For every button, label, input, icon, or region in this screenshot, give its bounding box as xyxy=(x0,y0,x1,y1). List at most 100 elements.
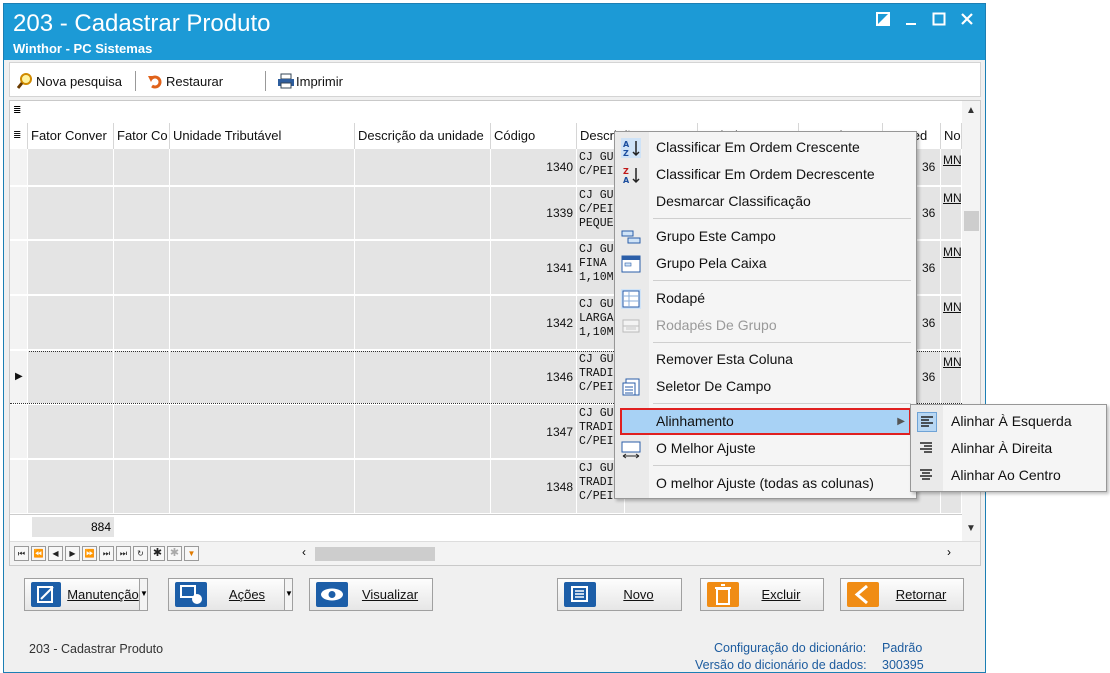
cell-code[interactable]: 1339 xyxy=(491,187,577,239)
cell-code[interactable]: 1342 xyxy=(491,296,577,349)
cell-code[interactable]: 1346 xyxy=(491,351,577,403)
best-fit-icon xyxy=(621,439,641,459)
cell-value[interactable]: 36 xyxy=(920,296,941,349)
cancel-insert-icon[interactable]: ✱ xyxy=(167,546,182,561)
cell-no[interactable]: MN xyxy=(941,241,962,294)
menu-item-best-fit-all[interactable]: O melhor Ajuste (todas as colunas) xyxy=(615,470,916,497)
menu-item-group-field[interactable]: Grupo Este Campo xyxy=(615,223,916,250)
prev-record-icon[interactable]: ◀ xyxy=(48,546,63,561)
indicator-column-header[interactable]: ≣ xyxy=(10,123,28,149)
cell-code[interactable]: 1348 xyxy=(491,460,577,513)
cell-value[interactable]: 36 xyxy=(920,351,941,403)
align-left-icon xyxy=(917,412,937,432)
menu-item-align-right[interactable]: Alinhar À Direita xyxy=(911,435,1106,462)
menu-separator xyxy=(653,218,911,219)
cell-no[interactable]: MN xyxy=(941,296,962,349)
cell-no[interactable]: MN xyxy=(941,149,962,185)
novo-button[interactable]: Novo xyxy=(557,578,682,611)
retornar-button[interactable]: Retornar xyxy=(840,578,964,611)
menu-item-label: Classificar Em Ordem Crescente xyxy=(656,139,860,155)
menu-item-align-left[interactable]: Alinhar À Esquerda xyxy=(911,408,1106,435)
screenshot-frame: 203 - Cadastrar Produto Winthor - PC Sis… xyxy=(0,0,1110,673)
cell-no[interactable]: MN xyxy=(941,187,962,239)
manutencao-button[interactable]: Manutenção xyxy=(24,578,146,611)
menu-item-field-chooser[interactable]: Seletor De Campo xyxy=(615,373,916,400)
cell-value[interactable]: 36 xyxy=(920,149,941,185)
last-page-icon[interactable]: ⏭ xyxy=(99,546,114,561)
row-indicator xyxy=(10,149,28,185)
grid-footer: 884 xyxy=(10,514,962,538)
menu-item-align-center[interactable]: Alinhar Ao Centro xyxy=(911,462,1106,489)
scroll-down-icon[interactable]: ▼ xyxy=(966,523,976,534)
menu-item-clear-sort[interactable]: Desmarcar Classificação xyxy=(615,188,916,215)
menu-item-footer[interactable]: Rodapé xyxy=(615,285,916,312)
new-search-button[interactable]: Nova pesquisa xyxy=(16,71,122,91)
svg-text:A: A xyxy=(623,140,630,149)
excluir-button[interactable]: Excluir xyxy=(700,578,824,611)
cell-value[interactable]: 36 xyxy=(920,241,941,294)
cell-value[interactable]: 36 xyxy=(920,187,941,239)
column-chooser-icon[interactable]: ≣ xyxy=(13,105,21,116)
menu-item-sort-ascending[interactable]: AZ Classificar Em Ordem Crescente xyxy=(615,134,916,161)
close-icon[interactable] xyxy=(956,12,978,31)
new-search-label: Nova pesquisa xyxy=(36,73,122,89)
menu-separator xyxy=(653,403,911,404)
last-record-icon[interactable]: ⏭ xyxy=(116,546,131,561)
footer-icon xyxy=(621,289,641,309)
menu-item-label: O Melhor Ajuste xyxy=(656,440,756,456)
column-header[interactable]: No xyxy=(941,123,962,149)
column-header[interactable]: Unidade Tributável xyxy=(170,123,355,149)
menu-item-group-box[interactable]: Grupo Pela Caixa xyxy=(615,250,916,277)
print-button[interactable]: Imprimir xyxy=(277,71,343,91)
menu-item-label: O melhor Ajuste (todas as colunas) xyxy=(656,475,874,491)
cell-code[interactable]: 1340 xyxy=(491,149,577,185)
menu-item-remove-column[interactable]: Remover Esta Coluna xyxy=(615,346,916,373)
scroll-up-icon[interactable]: ▲ xyxy=(966,105,976,116)
novo-label: Novo xyxy=(623,587,654,602)
cell-code[interactable]: 1341 xyxy=(491,241,577,294)
context-menu: AZ Classificar Em Ordem Crescente ZA Cla… xyxy=(614,131,917,499)
minimize-icon[interactable] xyxy=(900,12,922,31)
horizontal-scroll-thumb[interactable] xyxy=(315,547,435,561)
column-header[interactable]: Fator Conver xyxy=(28,123,114,149)
cell-code[interactable]: 1347 xyxy=(491,405,577,458)
cell-no[interactable]: MN xyxy=(941,351,962,403)
submenu-arrow-icon: ▶ xyxy=(897,416,905,427)
menu-item-label: Desmarcar Classificação xyxy=(656,193,811,209)
visualizar-button[interactable]: Visualizar xyxy=(309,578,433,611)
acoes-button[interactable]: Ações xyxy=(168,578,288,611)
current-row-indicator: ▶ xyxy=(10,351,28,403)
menu-separator xyxy=(653,280,911,281)
scroll-left-icon[interactable]: ‹ xyxy=(302,545,306,559)
toolbar: Nova pesquisa Restaurar Imprimir xyxy=(9,62,981,97)
refresh-icon[interactable]: ↻ xyxy=(133,546,148,561)
status-bar: 203 - Cadastrar Produto Configuração do … xyxy=(9,632,981,672)
maximize-icon[interactable] xyxy=(928,12,950,31)
acoes-dropdown[interactable]: ▼ xyxy=(284,578,293,611)
column-header[interactable]: Fator Co xyxy=(114,123,170,149)
column-header[interactable]: Descrição da unidade xyxy=(355,123,491,149)
menu-item-alignment[interactable]: Alinhamento ▶ xyxy=(620,408,911,435)
manutencao-dropdown[interactable]: ▼ xyxy=(139,578,148,611)
menu-item-sort-descending[interactable]: ZA Classificar Em Ordem Decrescente xyxy=(615,161,916,188)
menu-item-label: Grupo Este Campo xyxy=(656,228,776,244)
toolbar-separator xyxy=(265,71,266,91)
column-header[interactable]: Código xyxy=(491,123,577,149)
restore-window-icon[interactable] xyxy=(872,12,894,31)
first-page-icon[interactable]: ⏮ xyxy=(14,546,29,561)
restore-button[interactable]: Restaurar xyxy=(147,71,223,91)
menu-item-best-fit[interactable]: O Melhor Ajuste xyxy=(615,435,916,462)
filter-icon[interactable]: ▼ xyxy=(184,546,199,561)
scroll-thumb[interactable] xyxy=(964,211,979,231)
next-record-icon[interactable]: ▶ xyxy=(65,546,80,561)
scroll-right-icon[interactable]: › xyxy=(947,545,951,559)
next-page-icon[interactable]: ⏩ xyxy=(82,546,97,561)
menu-item-label: Alinhamento xyxy=(656,413,734,429)
group-panel[interactable]: ≣ xyxy=(10,101,962,121)
prev-page-icon[interactable]: ⏪ xyxy=(31,546,46,561)
version-key: Versão do dicionário de dados: xyxy=(695,658,867,672)
window-subtitle: Winthor - PC Sistemas xyxy=(13,41,153,56)
insert-icon[interactable]: ✱ xyxy=(150,546,165,561)
row-indicator xyxy=(10,241,28,294)
menu-item-group-footers[interactable]: Rodapés De Grupo xyxy=(615,312,916,339)
